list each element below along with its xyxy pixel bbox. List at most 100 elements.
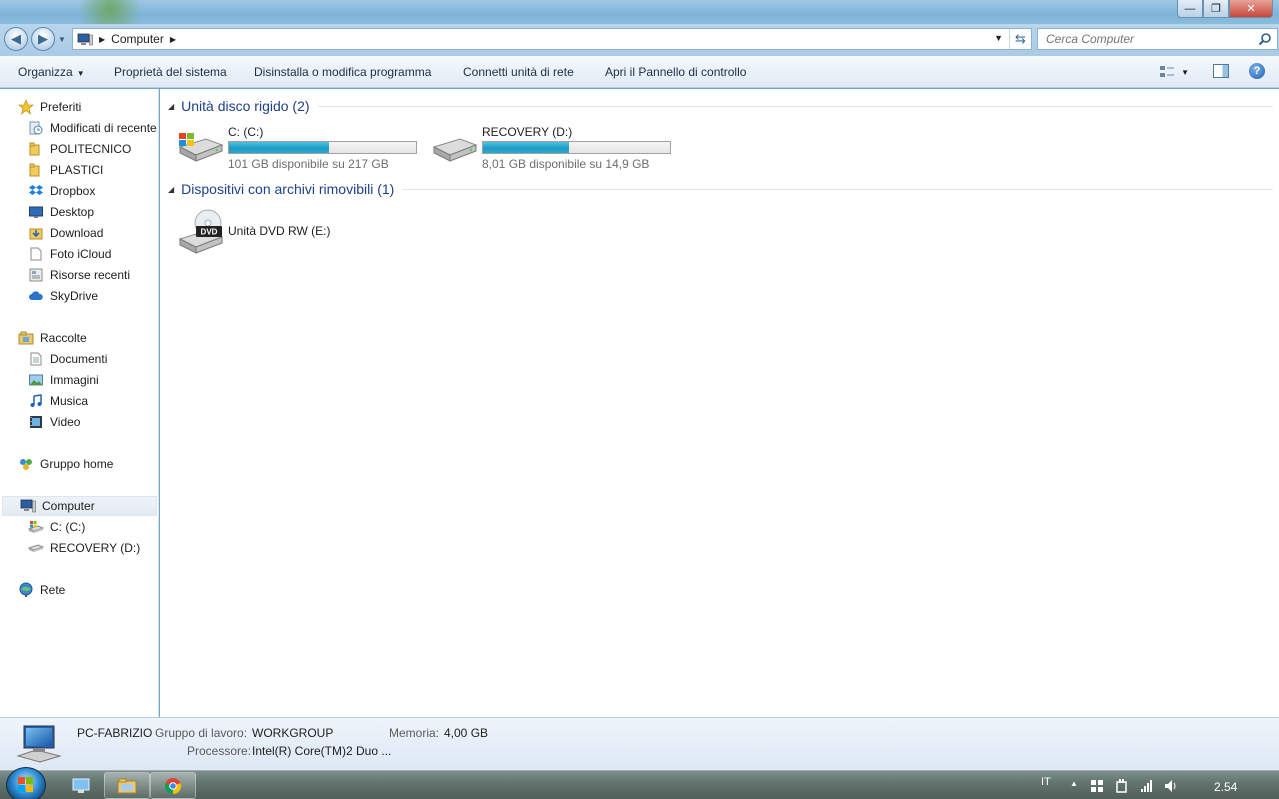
title-bar: — ❐ ✕: [0, 0, 1279, 30]
power-icon[interactable]: [1115, 779, 1129, 793]
drive-usage-bar: [482, 141, 671, 154]
drive-icon: [432, 138, 478, 162]
volume-icon[interactable]: [1164, 779, 1178, 793]
back-arrow-icon: ◀: [11, 31, 21, 46]
breadcrumb-computer[interactable]: Computer: [111, 32, 164, 46]
dropbox-icon: [28, 183, 44, 199]
sidebar-item-label: Preferiti: [40, 100, 82, 114]
sidebar-item-label: Immagini: [50, 373, 99, 387]
sidebar-item[interactable]: Documenti: [28, 349, 107, 369]
cloud-icon: [28, 288, 44, 304]
sidebar-item-label: Desktop: [50, 205, 95, 219]
help-icon[interactable]: ?: [1249, 63, 1265, 79]
breadcrumb-separator[interactable]: ▶: [99, 35, 105, 44]
sidebar-item-favorites[interactable]: Preferiti: [18, 97, 81, 117]
group-divider: [317, 105, 1273, 107]
details-pane: PC-FABRIZIO Gruppo di lavoro: WORKGROUP …: [0, 717, 1279, 770]
language-indicator[interactable]: IT: [1041, 776, 1051, 788]
forward-button[interactable]: ▶: [31, 27, 55, 51]
signal-icon[interactable]: [1140, 779, 1154, 793]
search-icon[interactable]: [1258, 32, 1272, 46]
sidebar-item[interactable]: Risorse recenti: [28, 265, 130, 285]
preview-pane-button[interactable]: [1213, 64, 1229, 78]
drive-c[interactable]: C: (C:) 101 GB disponibile su 217 GB: [176, 125, 417, 171]
address-bar-row: ◀ ▶ ▼ ▶ Computer ▶ ▼ ⇆: [0, 24, 1279, 56]
removable-group-header[interactable]: ◢ Dispositivi con archivi rimovibili (1): [168, 181, 1273, 197]
drive-icon: [28, 540, 44, 556]
organize-button[interactable]: Organizza ▼: [18, 65, 85, 79]
pc-name: PC-FABRIZIO: [77, 726, 153, 740]
sidebar-item[interactable]: Download: [28, 223, 103, 243]
sidebar-item[interactable]: PLASTICI: [28, 160, 103, 180]
collapse-icon[interactable]: ◢: [168, 102, 174, 111]
sidebar-item-label: Dropbox: [50, 184, 96, 198]
hdd-group-header[interactable]: ◢ Unità disco rigido (2): [168, 98, 1273, 114]
video-icon: [28, 414, 44, 430]
sidebar-item[interactable]: Desktop: [28, 202, 94, 222]
search-input[interactable]: [1046, 32, 1246, 46]
address-dropdown-icon[interactable]: ▼: [994, 33, 1003, 43]
back-button[interactable]: ◀: [4, 27, 28, 51]
uninstall-program-button[interactable]: Disinstalla o modifica programma: [254, 65, 431, 79]
network-icon: [18, 582, 34, 598]
taskbar-show-desktop[interactable]: [58, 772, 104, 799]
address-field[interactable]: ▶ Computer ▶ ▼ ⇆: [72, 28, 1032, 50]
window-controls: — ❐ ✕: [1177, 0, 1273, 18]
show-hidden-icons[interactable]: ▲: [1070, 779, 1078, 788]
folder-icon: [28, 141, 44, 157]
close-button[interactable]: ✕: [1229, 0, 1273, 18]
sidebar-item[interactable]: Musica: [28, 391, 88, 411]
computer-icon: [20, 498, 36, 514]
processor-value: Intel(R) Core(TM)2 Duo ...: [252, 744, 392, 758]
sidebar-item-label: RECOVERY (D:): [50, 541, 141, 555]
refresh-icon[interactable]: ⇆: [1009, 29, 1031, 49]
sidebar-item[interactable]: Modificati di recente: [28, 118, 157, 138]
start-button[interactable]: [6, 767, 46, 799]
sidebar-item-label: POLITECNICO: [50, 142, 132, 156]
sidebar-item-network[interactable]: Rete: [18, 580, 65, 600]
workgroup-label: Gruppo di lavoro:: [155, 726, 248, 740]
homegroup-icon: [18, 456, 34, 472]
map-network-drive-button[interactable]: Connetti unità di rete: [463, 65, 574, 79]
view-options[interactable]: ▼: [1159, 65, 1189, 79]
sidebar-item[interactable]: SkyDrive: [28, 286, 98, 306]
taskbar-explorer[interactable]: [104, 772, 150, 799]
drive-free-space: 101 GB disponibile su 217 GB: [228, 157, 389, 171]
view-icon[interactable]: [1159, 65, 1175, 79]
sidebar-item[interactable]: RECOVERY (D:): [28, 538, 140, 558]
sidebar-item[interactable]: Dropbox: [28, 181, 95, 201]
sidebar-item-label: SkyDrive: [50, 289, 99, 303]
organize-label: Organizza: [18, 65, 73, 79]
clock[interactable]: 2.54: [1214, 780, 1237, 794]
collapse-icon[interactable]: ◢: [168, 185, 174, 194]
taskbar-chrome[interactable]: [150, 772, 196, 799]
dvd-drive[interactable]: DVD Unità DVD RW (E:): [176, 207, 330, 255]
system-properties-button[interactable]: Proprietà del sistema: [114, 65, 227, 79]
minimize-button[interactable]: —: [1177, 0, 1203, 18]
sidebar-item-label: Risorse recenti: [50, 268, 131, 282]
breadcrumb-separator[interactable]: ▶: [170, 35, 176, 44]
recent-pages-dropdown[interactable]: ▼: [58, 35, 66, 44]
action-center-icon[interactable]: [1090, 779, 1104, 793]
drive-d[interactable]: RECOVERY (D:) 8,01 GB disponibile su 14,…: [430, 125, 671, 171]
sidebar-item-libraries[interactable]: Raccolte: [18, 328, 87, 348]
recent-places-icon: [28, 267, 44, 283]
sidebar-item[interactable]: Immagini: [28, 370, 99, 390]
taskbar: IT ▲ 2.54: [0, 767, 1279, 799]
maximize-button[interactable]: ❐: [1203, 0, 1229, 18]
search-box[interactable]: [1037, 28, 1278, 50]
sidebar-item-label: Modificati di recente: [50, 121, 157, 135]
sidebar-item-label: Documenti: [50, 352, 108, 366]
sidebar-item-homegroup[interactable]: Gruppo home: [18, 454, 113, 474]
chevron-down-icon[interactable]: ▼: [1181, 68, 1189, 77]
sidebar-item[interactable]: C: (C:): [28, 517, 85, 537]
memory-value: 4,00 GB: [444, 726, 489, 740]
sidebar-item-computer[interactable]: Computer: [2, 496, 157, 516]
sidebar-item[interactable]: Video: [28, 412, 80, 432]
sidebar-item[interactable]: POLITECNICO: [28, 139, 131, 159]
sidebar-item[interactable]: Foto iCloud: [28, 244, 111, 264]
control-panel-button[interactable]: Apri il Pannello di controllo: [605, 65, 746, 79]
sidebar-item-label: Download: [50, 226, 104, 240]
sidebar-item-label: Computer: [42, 499, 95, 513]
download-icon: [28, 225, 44, 241]
